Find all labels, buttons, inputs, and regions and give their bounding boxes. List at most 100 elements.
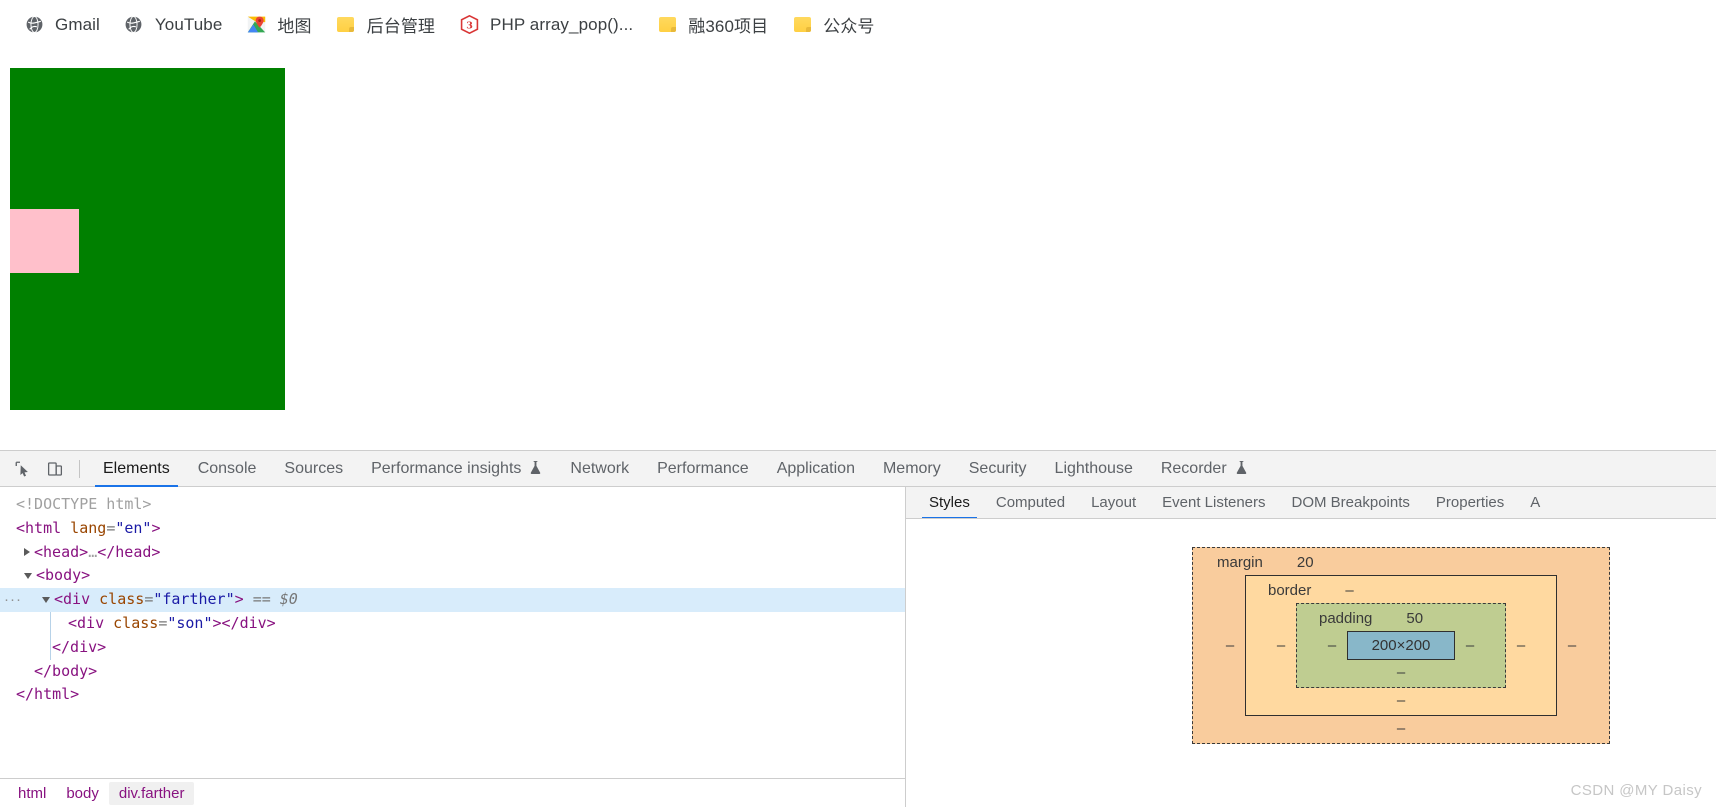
- attr-value: "son": [167, 613, 213, 632]
- tab-computed[interactable]: Computed: [983, 487, 1078, 518]
- tab-memory[interactable]: Memory: [869, 451, 955, 487]
- tab-security[interactable]: Security: [955, 451, 1041, 487]
- dom-line-div-farther[interactable]: ··· <div class = "farther" > == $0: [0, 588, 905, 612]
- doctype-text: <!DOCTYPE html>: [16, 495, 152, 513]
- box-model-border-bottom[interactable]: –: [1266, 692, 1536, 709]
- farther-div[interactable]: [10, 68, 285, 410]
- dom-tree-pane: <!DOCTYPE html> <html lang = "en" > <head>……: [0, 487, 906, 807]
- box-model-border-header: border –: [1266, 582, 1536, 599]
- inspect-cursor-icon[interactable]: [8, 455, 38, 483]
- toolbar-divider: [79, 459, 80, 478]
- dom-line-close-html[interactable]: </html>: [0, 683, 905, 707]
- tab-sources[interactable]: Sources: [270, 451, 357, 487]
- box-model-padding[interactable]: padding 50 – 200×200 – –: [1296, 603, 1506, 688]
- breadcrumb-item-body[interactable]: body: [56, 782, 109, 805]
- bookmark-rong360-project[interactable]: 融360项目: [647, 8, 778, 42]
- box-model-content[interactable]: 200×200: [1347, 631, 1455, 660]
- bookmark-official-account[interactable]: 公众号: [782, 8, 884, 42]
- dom-line-head[interactable]: <head>… </head>: [0, 541, 905, 565]
- attr-name: class: [104, 613, 159, 632]
- tab-label: Performance: [657, 459, 749, 477]
- box-model-margin-top[interactable]: 20: [1297, 554, 1314, 571]
- ellipsis: …: [88, 542, 98, 561]
- watermark: CSDN @MY Daisy: [1570, 782, 1702, 799]
- box-model-padding-bottom[interactable]: –: [1317, 664, 1485, 681]
- devtools-tabbar: Elements Console Sources Performance ins…: [0, 451, 1716, 487]
- box-model-diagram: margin 20 – border – – padding 50 – 200×…: [1192, 547, 1610, 744]
- box-model-margin-header: margin 20: [1215, 554, 1587, 571]
- tab-label: Elements: [103, 459, 170, 477]
- tab-event-listeners[interactable]: Event Listeners: [1149, 487, 1278, 518]
- tag-close: </div>: [52, 637, 107, 656]
- tab-styles[interactable]: Styles: [916, 487, 983, 518]
- dom-line-doctype[interactable]: <!DOCTYPE html>: [0, 493, 905, 517]
- bookmark-maps[interactable]: 地图: [236, 8, 321, 42]
- tab-performance[interactable]: Performance: [643, 451, 763, 487]
- styles-pane: Styles Computed Layout Event Listeners D…: [906, 487, 1716, 807]
- box-model-border[interactable]: border – – padding 50 – 200×200 – – – –: [1245, 575, 1557, 716]
- tab-lighthouse[interactable]: Lighthouse: [1041, 451, 1147, 487]
- tab-application[interactable]: Application: [763, 451, 869, 487]
- box-model-padding-left[interactable]: –: [1317, 637, 1347, 654]
- box-model-margin-left[interactable]: –: [1215, 637, 1245, 654]
- box-model-margin-right[interactable]: –: [1557, 637, 1587, 654]
- tab-console[interactable]: Console: [184, 451, 271, 487]
- bookmark-gmail[interactable]: Gmail: [14, 8, 110, 42]
- box-model-padding-top[interactable]: 50: [1406, 610, 1423, 627]
- breadcrumb-item-div-farther[interactable]: div.farther: [108, 781, 195, 805]
- son-div[interactable]: [10, 209, 79, 273]
- tab-label: Event Listeners: [1162, 494, 1266, 511]
- bookmark-php-array-pop[interactable]: 3 PHP array_pop()...: [449, 8, 643, 42]
- attr-name: class: [90, 590, 145, 609]
- attr-eq: =: [158, 613, 168, 632]
- chevron-down-icon[interactable]: [42, 597, 50, 604]
- box-model-padding-header: padding 50: [1317, 610, 1485, 627]
- tab-elements[interactable]: Elements: [89, 451, 184, 487]
- tag-name: <body>: [36, 566, 91, 585]
- bookmark-label: YouTube: [154, 14, 223, 34]
- tab-dom-breakpoints[interactable]: DOM Breakpoints: [1279, 487, 1423, 518]
- tab-label: Layout: [1091, 494, 1137, 511]
- styles-content: margin 20 – border – – padding 50 – 200×…: [906, 519, 1716, 807]
- box-model-margin[interactable]: margin 20 – border – – padding 50 – 200×…: [1192, 547, 1610, 744]
- box-model-padding-right[interactable]: –: [1455, 637, 1485, 654]
- attr-value: "farther": [153, 590, 235, 609]
- globe-icon: [24, 15, 44, 35]
- tab-network[interactable]: Network: [556, 451, 643, 487]
- bookmark-label: 公众号: [823, 17, 875, 36]
- box-model-padding-label: padding: [1319, 610, 1373, 627]
- tab-performance-insights[interactable]: Performance insights: [357, 451, 556, 487]
- tab-recorder[interactable]: Recorder: [1147, 451, 1262, 487]
- tab-label: Performance insights: [371, 459, 522, 477]
- globe-icon: [124, 15, 144, 35]
- breadcrumb: html body div.farther: [0, 778, 905, 807]
- dom-tree[interactable]: <!DOCTYPE html> <html lang = "en" > <head>……: [0, 487, 905, 778]
- box-model-border-right[interactable]: –: [1506, 637, 1536, 654]
- tab-layout[interactable]: Layout: [1078, 487, 1149, 518]
- devtools-body: <!DOCTYPE html> <html lang = "en" > <head>……: [0, 487, 1716, 807]
- tab-label: Computed: [995, 494, 1066, 511]
- tab-label: Recorder: [1160, 459, 1227, 477]
- dom-line-html[interactable]: <html lang = "en" >: [0, 517, 905, 541]
- devtools-panel: Elements Console Sources Performance ins…: [0, 450, 1716, 807]
- tab-properties[interactable]: Properties: [1423, 487, 1517, 518]
- bookmark-backend-admin[interactable]: 后台管理: [326, 8, 445, 42]
- dom-line-div-son[interactable]: <div class = "son" ></div>: [0, 611, 905, 636]
- breadcrumb-item-html[interactable]: html: [8, 782, 56, 805]
- chevron-down-icon[interactable]: [24, 573, 32, 580]
- dom-line-close-body[interactable]: </body>: [0, 660, 905, 684]
- device-toolbar-icon[interactable]: [40, 455, 70, 483]
- dom-line-close-div[interactable]: </div>: [0, 635, 905, 660]
- box-model-border-top[interactable]: –: [1345, 582, 1353, 599]
- tab-accessibility[interactable]: A: [1517, 487, 1553, 518]
- box-model-border-left[interactable]: –: [1266, 637, 1296, 654]
- attr-eq: =: [106, 518, 116, 537]
- tab-label: Console: [197, 459, 257, 477]
- more-options-icon[interactable]: ···: [4, 588, 22, 612]
- tab-label: Lighthouse: [1054, 459, 1133, 477]
- bookmark-youtube[interactable]: YouTube: [114, 8, 233, 42]
- tab-label: Sources: [284, 459, 344, 477]
- chevron-right-icon[interactable]: [24, 547, 30, 556]
- dom-line-body[interactable]: <body>: [0, 564, 905, 588]
- box-model-margin-bottom[interactable]: –: [1215, 720, 1587, 737]
